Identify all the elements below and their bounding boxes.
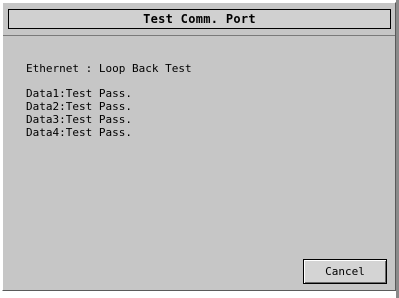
result-line-data1: Data1:Test Pass. <box>26 87 132 100</box>
result-line-data2: Data2:Test Pass. <box>26 100 132 113</box>
result-line-data4: Data4:Test Pass. <box>26 126 132 139</box>
test-comm-port-window: Test Comm. Port Ethernet : Loop Back Tes… <box>2 2 396 291</box>
result-line-data3: Data3:Test Pass. <box>26 113 132 126</box>
test-output: Ethernet : Loop Back Test Data1:Test Pas… <box>26 62 192 139</box>
cancel-button[interactable]: Cancel <box>303 259 387 284</box>
window-title: Test Comm. Port <box>143 12 256 26</box>
test-heading: Ethernet : Loop Back Test <box>26 62 192 75</box>
title-bar: Test Comm. Port <box>8 9 391 29</box>
title-divider <box>3 35 395 36</box>
